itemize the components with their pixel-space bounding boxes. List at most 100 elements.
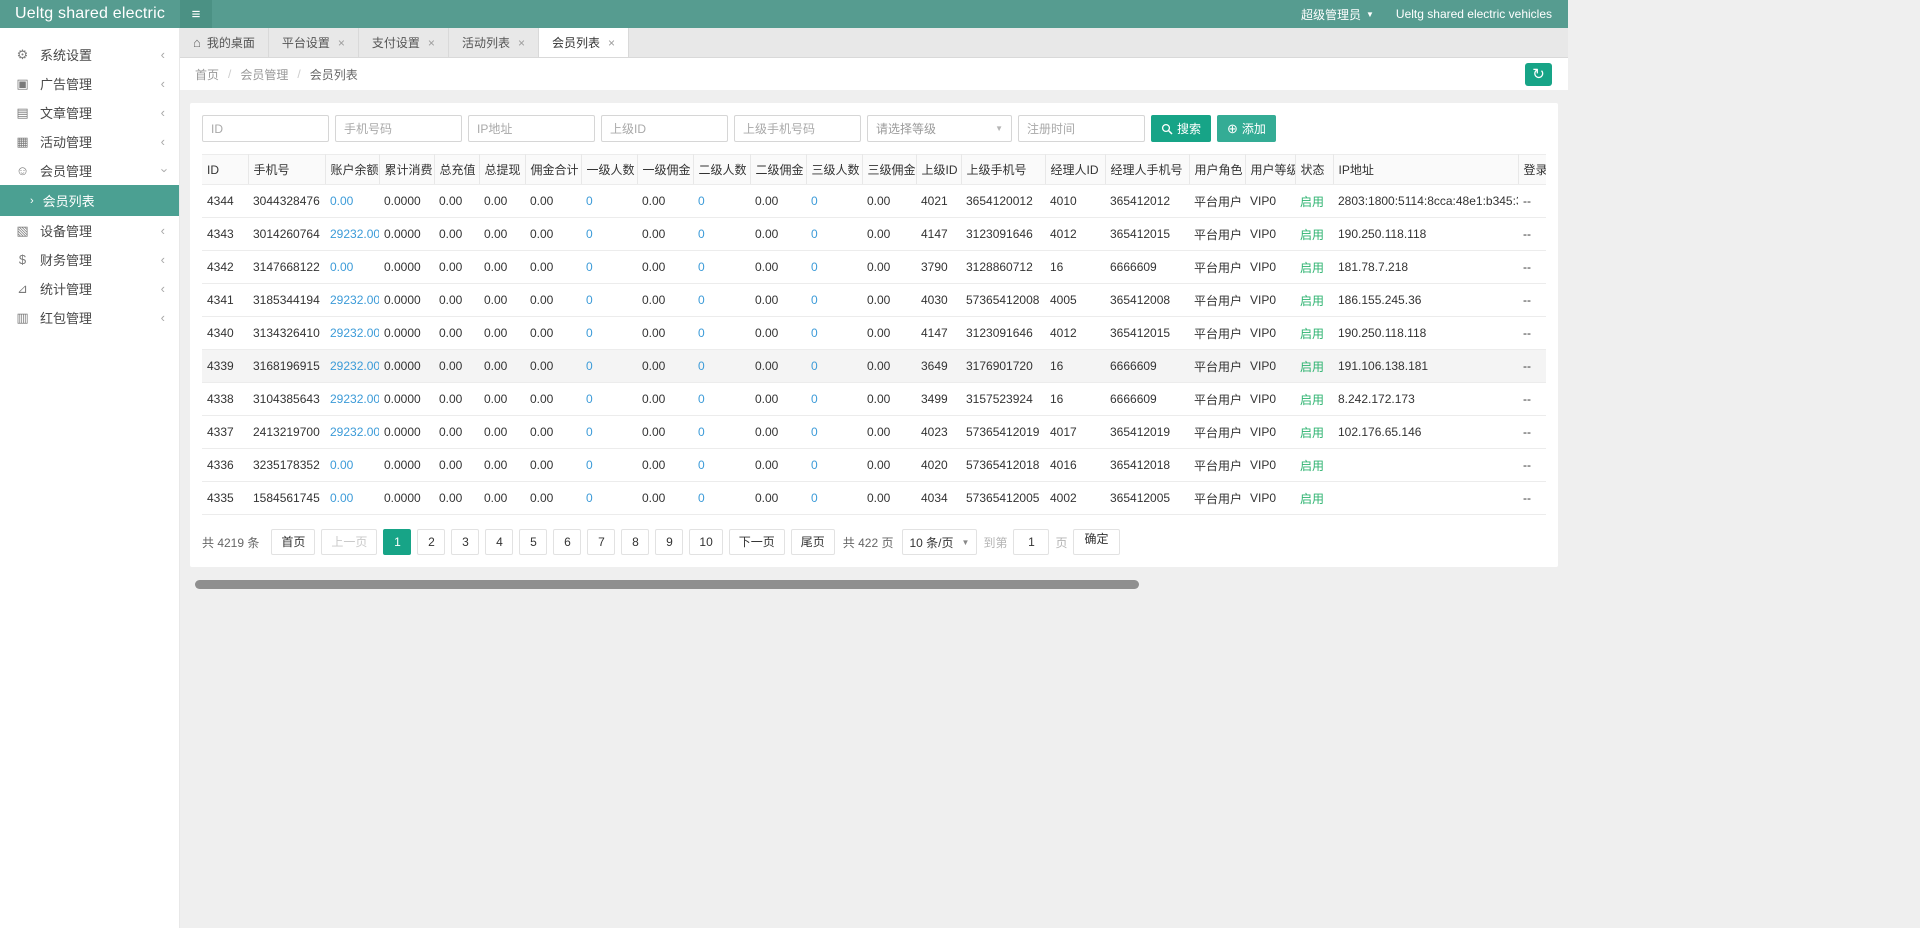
cell: 0.00: [434, 251, 479, 284]
cell[interactable]: 0: [806, 350, 862, 383]
scrollbar-thumb[interactable]: [195, 580, 1139, 589]
cell[interactable]: 0.00: [325, 449, 379, 482]
page-button-9[interactable]: 9: [655, 529, 683, 555]
sidebar-item-devices[interactable]: ▧设备管理‹: [0, 216, 179, 245]
cell[interactable]: 0: [581, 449, 637, 482]
sidebar-item-members[interactable]: ☺会员管理‹: [0, 156, 179, 185]
tab-platform-settings[interactable]: 平台设置×: [269, 28, 359, 57]
cell[interactable]: 0: [693, 284, 750, 317]
cell[interactable]: 0.00: [325, 251, 379, 284]
breadcrumb-item[interactable]: 首页: [195, 66, 219, 83]
sidebar-item-stats[interactable]: ⊿统计管理‹: [0, 274, 179, 303]
cell[interactable]: 29232.00: [325, 416, 379, 449]
last-page-button[interactable]: 尾页: [791, 529, 835, 555]
cell[interactable]: 0: [806, 218, 862, 251]
cell[interactable]: 0: [581, 383, 637, 416]
cell[interactable]: 0: [693, 218, 750, 251]
filter-input-parent-id[interactable]: [601, 115, 728, 142]
first-page-button[interactable]: 首页: [271, 529, 315, 555]
search-button[interactable]: 搜索: [1151, 115, 1211, 142]
level-select[interactable]: 请选择等级▼: [867, 115, 1012, 142]
refresh-button[interactable]: ↻: [1525, 63, 1552, 86]
cell[interactable]: 0: [581, 416, 637, 449]
close-icon[interactable]: ×: [428, 36, 435, 50]
horizontal-scrollbar[interactable]: [190, 580, 1558, 589]
page-button-8[interactable]: 8: [621, 529, 649, 555]
cell[interactable]: 0: [806, 185, 862, 218]
cell[interactable]: 0: [581, 218, 637, 251]
cell[interactable]: 0: [581, 284, 637, 317]
cell[interactable]: 0: [806, 317, 862, 350]
sidebar-item-ads[interactable]: ▣广告管理‹: [0, 69, 179, 98]
cell[interactable]: 0: [581, 317, 637, 350]
sidebar-item-system[interactable]: ⚙系统设置‹: [0, 40, 179, 69]
page-button-5[interactable]: 5: [519, 529, 547, 555]
cell[interactable]: 0: [806, 383, 862, 416]
page-button-1[interactable]: 1: [383, 529, 411, 555]
goto-confirm-button[interactable]: 确定: [1073, 529, 1119, 555]
cell[interactable]: 0: [581, 251, 637, 284]
cell[interactable]: 0: [693, 416, 750, 449]
cell[interactable]: 29232.00: [325, 218, 379, 251]
cell[interactable]: 29232.00: [325, 284, 379, 317]
cell: 3014260764: [248, 218, 325, 251]
cell[interactable]: 0: [693, 251, 750, 284]
goto-page-input[interactable]: [1013, 529, 1049, 555]
tab-member-list[interactable]: 会员列表×: [539, 28, 629, 57]
table-row: 4339316819691529232.000.00000.000.000.00…: [202, 350, 1546, 383]
page-button-4[interactable]: 4: [485, 529, 513, 555]
cell: 0.00: [434, 218, 479, 251]
cell[interactable]: 0: [693, 449, 750, 482]
page-button-7[interactable]: 7: [587, 529, 615, 555]
next-page-button[interactable]: 下一页: [729, 529, 785, 555]
close-icon[interactable]: ×: [518, 36, 525, 50]
page-button-3[interactable]: 3: [451, 529, 479, 555]
cell: 启用: [1295, 185, 1333, 218]
cell[interactable]: 0: [806, 449, 862, 482]
page-button-2[interactable]: 2: [417, 529, 445, 555]
register-time-input[interactable]: [1018, 115, 1145, 142]
user-role-menu[interactable]: 超级管理员 ▼: [1301, 6, 1374, 23]
cell[interactable]: 0: [806, 482, 862, 515]
filter-input-phone[interactable]: [335, 115, 462, 142]
cell[interactable]: 0: [581, 350, 637, 383]
cell[interactable]: 29232.00: [325, 317, 379, 350]
filter-input-ip[interactable]: [468, 115, 595, 142]
page-button-10[interactable]: 10: [689, 529, 722, 555]
cell[interactable]: 0: [693, 350, 750, 383]
filter-input-parent-phone[interactable]: [734, 115, 861, 142]
per-page-select[interactable]: 10 条/页▼: [902, 529, 978, 555]
filter-input-id[interactable]: [202, 115, 329, 142]
cell[interactable]: 0: [693, 185, 750, 218]
tab-activity-list[interactable]: 活动列表×: [449, 28, 539, 57]
cell[interactable]: 0: [806, 251, 862, 284]
cell[interactable]: 29232.00: [325, 383, 379, 416]
cell: --: [1518, 251, 1546, 284]
cell: 4147: [916, 317, 961, 350]
close-icon[interactable]: ×: [608, 36, 615, 50]
breadcrumb-item[interactable]: 会员管理: [240, 66, 288, 83]
tab-desktop[interactable]: ⌂我的桌面: [180, 28, 269, 57]
cell[interactable]: 29232.00: [325, 350, 379, 383]
burger-icon[interactable]: ≡: [180, 0, 212, 28]
tab-payment-settings[interactable]: 支付设置×: [359, 28, 449, 57]
cell[interactable]: 0: [693, 317, 750, 350]
sidebar-item-redpacket[interactable]: ▥红包管理‹: [0, 303, 179, 332]
cell: 0.0000: [379, 449, 434, 482]
cell: 0.00: [862, 317, 916, 350]
sidebar-subitem-member-list[interactable]: ›会员列表: [0, 185, 179, 216]
page-button-6[interactable]: 6: [553, 529, 581, 555]
cell[interactable]: 0.00: [325, 482, 379, 515]
close-icon[interactable]: ×: [338, 36, 345, 50]
cell[interactable]: 0: [806, 416, 862, 449]
cell[interactable]: 0: [806, 284, 862, 317]
cell[interactable]: 0: [693, 383, 750, 416]
sidebar-item-finance[interactable]: $财务管理‹: [0, 245, 179, 274]
cell[interactable]: 0: [581, 185, 637, 218]
cell[interactable]: 0: [693, 482, 750, 515]
cell[interactable]: 0: [581, 482, 637, 515]
sidebar-item-activities[interactable]: ▦活动管理‹: [0, 127, 179, 156]
cell[interactable]: 0.00: [325, 185, 379, 218]
add-button[interactable]: ⊕ 添加: [1217, 115, 1276, 142]
sidebar-item-articles[interactable]: ▤文章管理‹: [0, 98, 179, 127]
